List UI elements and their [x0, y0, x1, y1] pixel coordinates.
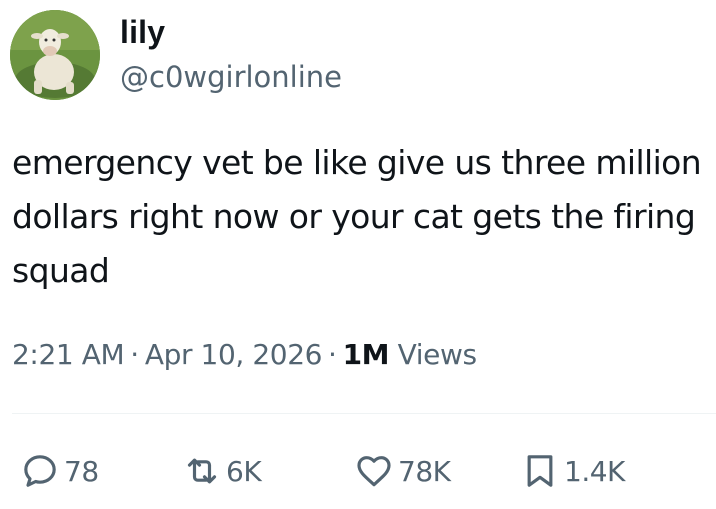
user-handle[interactable]: @c0wgirlonline	[120, 58, 342, 96]
meta-separator: ·	[328, 338, 337, 371]
cow-avatar-icon	[10, 10, 100, 100]
tweet-meta: 2:21 AM · Apr 10, 2026 · 1M Views	[12, 335, 477, 375]
divider	[12, 413, 716, 414]
retweet-button[interactable]: 6K	[182, 446, 262, 496]
tweet-date[interactable]: Apr 10, 2026	[145, 338, 323, 371]
meta-separator: ·	[130, 338, 139, 371]
bookmark-button[interactable]: 1.4K	[520, 446, 625, 496]
reply-button[interactable]: 78	[20, 446, 99, 496]
views-label[interactable]: Views	[398, 338, 477, 371]
tweet-card: lily @c0wgirlonline emergency vet be lik…	[0, 0, 716, 509]
tweet-text: emergency vet be like give us three mill…	[12, 143, 702, 290]
like-button[interactable]: 78K	[354, 446, 451, 496]
tweet-time[interactable]: 2:21 AM	[12, 338, 125, 371]
avatar[interactable]	[10, 10, 100, 100]
action-bar: 78 6K 78K 1.4K	[0, 446, 716, 496]
reply-count: 78	[64, 454, 99, 488]
like-count: 78K	[398, 454, 451, 488]
bookmark-count: 1.4K	[564, 454, 625, 488]
views-count[interactable]: 1M	[343, 338, 390, 371]
retweet-count: 6K	[226, 454, 262, 488]
bookmark-icon	[520, 451, 560, 491]
display-name[interactable]: lily	[120, 12, 165, 52]
heart-icon	[354, 451, 394, 491]
reply-icon	[20, 451, 60, 491]
retweet-icon	[182, 451, 222, 491]
